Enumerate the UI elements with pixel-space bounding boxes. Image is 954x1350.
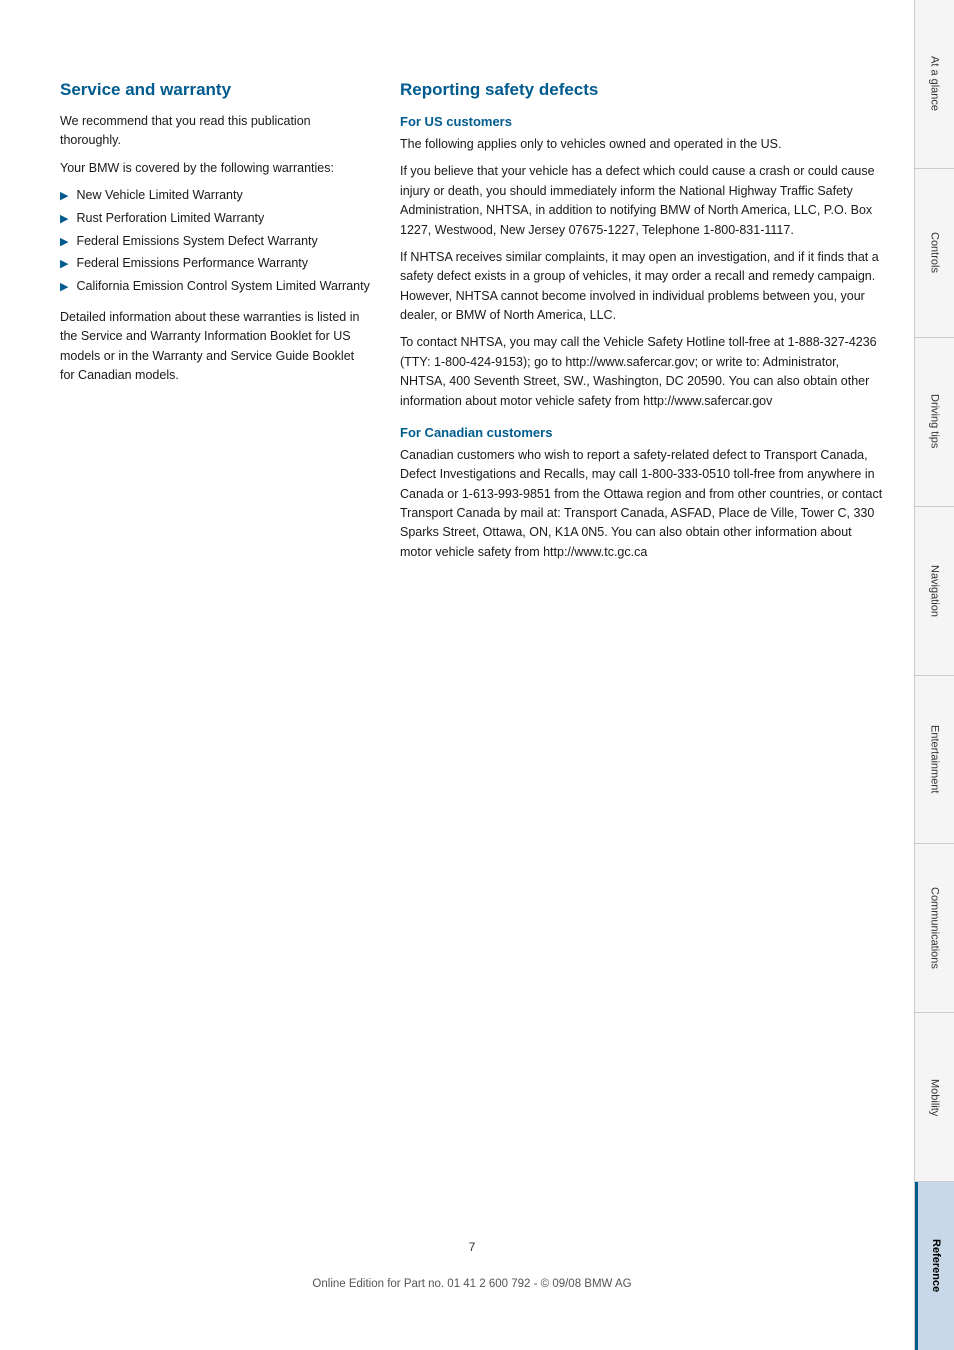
list-item: ▶ California Emission Control System Lim… xyxy=(60,277,370,296)
main-content: Service and warranty We recommend that y… xyxy=(0,0,914,1350)
us-para-4: To contact NHTSA, you may call the Vehic… xyxy=(400,333,884,411)
bullet-arrow-icon: ▶ xyxy=(60,256,68,273)
warranty-list: ▶ New Vehicle Limited Warranty ▶ Rust Pe… xyxy=(60,186,370,296)
list-item: ▶ New Vehicle Limited Warranty xyxy=(60,186,370,205)
bullet-arrow-icon: ▶ xyxy=(60,188,68,205)
left-column: Service and warranty We recommend that y… xyxy=(60,80,370,570)
list-item: ▶ Federal Emissions Performance Warranty xyxy=(60,254,370,273)
sidebar-tab-driving-tips[interactable]: Driving tips xyxy=(915,338,954,507)
us-para-2: If you believe that your vehicle has a d… xyxy=(400,162,884,240)
bullet-arrow-icon: ▶ xyxy=(60,234,68,251)
sidebar-tab-reference[interactable]: Reference xyxy=(915,1182,954,1350)
us-para-1: The following applies only to vehicles o… xyxy=(400,135,884,154)
sidebar-tab-navigation[interactable]: Navigation xyxy=(915,507,954,676)
us-para-3: If NHTSA receives similar complaints, it… xyxy=(400,248,884,326)
sidebar: At a glance Controls Driving tips Naviga… xyxy=(914,0,954,1350)
right-column: Reporting safety defects For US customer… xyxy=(400,80,884,570)
footer: 7 Online Edition for Part no. 01 41 2 60… xyxy=(60,1200,884,1290)
reporting-defects-title: Reporting safety defects xyxy=(400,80,884,100)
sidebar-tab-entertainment[interactable]: Entertainment xyxy=(915,676,954,845)
sidebar-tab-at-a-glance[interactable]: At a glance xyxy=(915,0,954,169)
page-number: 7 xyxy=(60,1240,884,1254)
ca-customers-subtitle: For Canadian customers xyxy=(400,425,884,440)
us-customers-subtitle: For US customers xyxy=(400,114,884,129)
bullet-arrow-icon: ▶ xyxy=(60,279,68,296)
list-item: ▶ Rust Perforation Limited Warranty xyxy=(60,209,370,228)
two-column-layout: Service and warranty We recommend that y… xyxy=(60,80,884,570)
footer-text: Online Edition for Part no. 01 41 2 600 … xyxy=(60,1258,884,1290)
service-detail-text: Detailed information about these warrant… xyxy=(60,308,370,386)
service-warranty-title: Service and warranty xyxy=(60,80,370,100)
sidebar-tab-mobility[interactable]: Mobility xyxy=(915,1013,954,1182)
bullet-arrow-icon: ▶ xyxy=(60,211,68,228)
service-intro-2: Your BMW is covered by the following war… xyxy=(60,159,370,178)
list-item: ▶ Federal Emissions System Defect Warran… xyxy=(60,232,370,251)
ca-para-1: Canadian customers who wish to report a … xyxy=(400,446,884,562)
sidebar-tab-controls[interactable]: Controls xyxy=(915,169,954,338)
service-intro-1: We recommend that you read this publicat… xyxy=(60,112,370,151)
sidebar-tab-communications[interactable]: Communications xyxy=(915,844,954,1013)
